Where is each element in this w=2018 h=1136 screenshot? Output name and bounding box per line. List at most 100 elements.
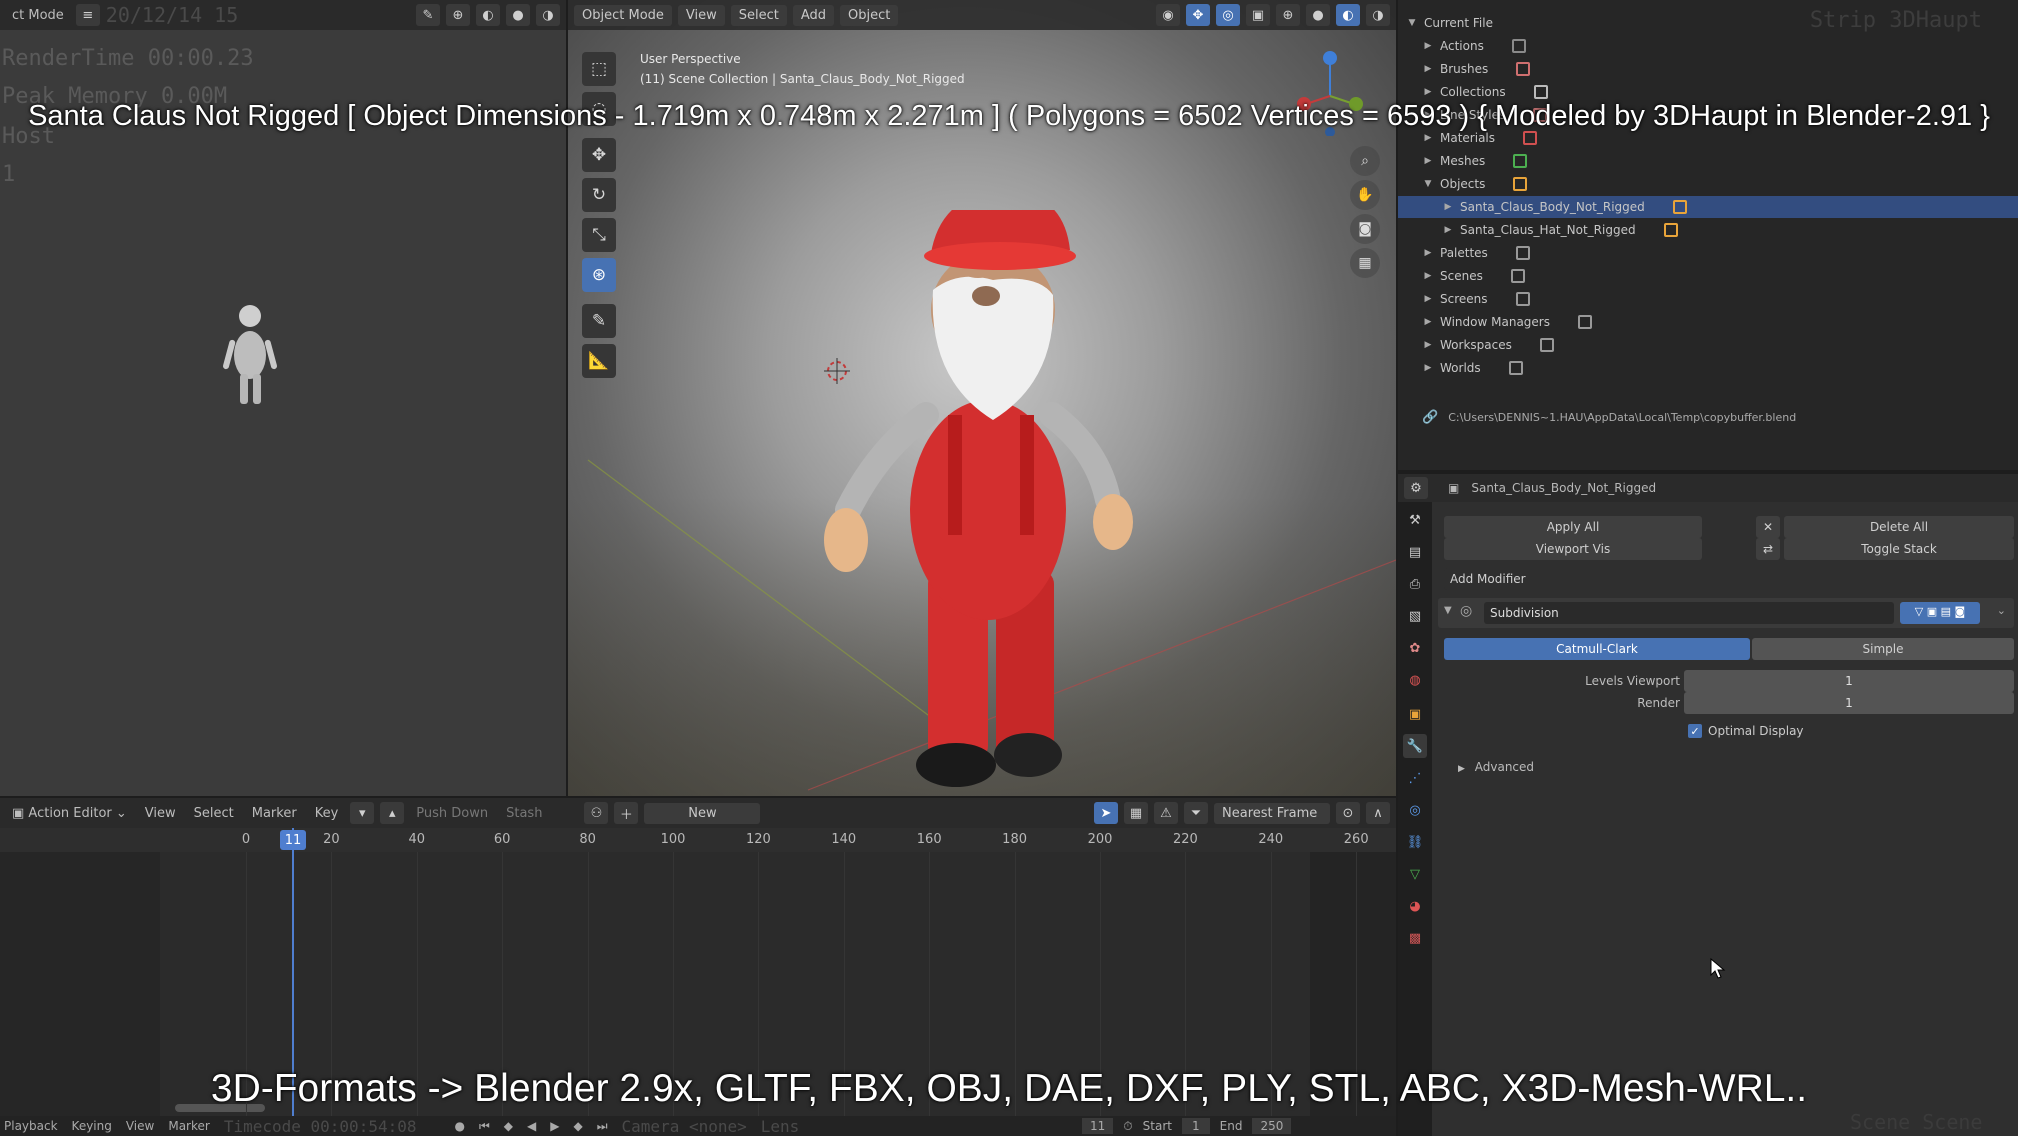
expand-right-icon[interactable]: ▶ [1422, 248, 1434, 258]
transform-tool[interactable]: ⊛ [582, 258, 616, 292]
outliner-item-screens[interactable]: ▶ Screens [1398, 288, 2018, 310]
constraints-tab-icon[interactable]: ⛓ [1403, 830, 1427, 854]
expand-right-icon[interactable]: ▶ [1422, 41, 1434, 51]
expand-right-icon[interactable]: ▶ [1422, 363, 1434, 373]
outliner-item-objects[interactable]: ▼ Objects [1398, 173, 2018, 195]
material-tab-icon[interactable]: ◕ [1403, 894, 1427, 918]
output-tab-icon[interactable]: ⎙ [1403, 572, 1427, 596]
toggle-stack-button[interactable]: Toggle Stack [1784, 538, 2014, 560]
expand-right-icon[interactable]: ▶ [1458, 764, 1465, 774]
view-layer-tab-icon[interactable]: ▧ [1403, 604, 1427, 628]
santa-model[interactable] [808, 210, 1168, 796]
outliner-item-meshes[interactable]: ▶ Meshes [1398, 150, 2018, 172]
render-levels-field[interactable]: 1 [1684, 692, 2014, 714]
modifier-tab-icon[interactable]: 🔧 [1403, 734, 1427, 758]
measure-tool[interactable]: 📐 [582, 344, 616, 378]
modifier-name-field[interactable]: Subdivision [1484, 602, 1894, 624]
move-tool[interactable]: ✥ [582, 138, 616, 172]
scene-tab-icon[interactable]: ✿ [1403, 636, 1427, 660]
outliner-item-worlds[interactable]: ▶ Worlds [1398, 357, 2018, 379]
frame-ruler[interactable]: 0 20 40 60 80 100 120 140 160 180 200 220 240 260 [0, 828, 1396, 852]
outliner-item-palettes[interactable]: ▶ Palettes [1398, 242, 2018, 264]
current-frame-badge[interactable]: 11 [279, 830, 306, 850]
outliner-root[interactable]: ▼ Current File [1398, 12, 2018, 34]
action-browse-icon[interactable]: ⚇ [584, 802, 609, 824]
gizmo-icon[interactable]: ✥ [1186, 4, 1210, 26]
zoom-icon[interactable]: ⌕ [1350, 146, 1380, 176]
overlay-icon[interactable]: ◐ [476, 4, 500, 26]
optimal-display-row[interactable]: ✓ Optimal Display [1688, 724, 1804, 738]
timeline-marker-menu[interactable]: Marker [168, 1119, 209, 1133]
outliner-item-workspaces[interactable]: ▶ Workspaces [1398, 334, 2018, 356]
solid-icon[interactable]: ● [1306, 4, 1330, 26]
expand-right-icon[interactable]: ▶ [1422, 317, 1434, 327]
new-action-button[interactable]: New [644, 802, 761, 824]
proportional-icon[interactable]: ⊙ [1336, 802, 1360, 824]
clock-icon[interactable]: ⏱ [1123, 1119, 1132, 1134]
outliner-object-body[interactable]: ▶ Santa_Claus_Body_Not_Rigged [1398, 196, 2018, 218]
ae-marker-menu[interactable]: Marker [246, 803, 303, 824]
world-tab-icon[interactable]: ◍ [1403, 668, 1427, 692]
material-preview-icon[interactable]: ◐ [1336, 4, 1360, 26]
outliner-item-actions[interactable]: ▶ Actions [1398, 35, 2018, 57]
falloff-icon[interactable]: ∧ [1366, 802, 1390, 824]
start-frame-field[interactable]: 1 [1181, 1118, 1210, 1134]
modifier-visibility-icons[interactable]: ▽ ▣ ▤ ◙ [1900, 602, 1980, 624]
outliner-item-scenes[interactable]: ▶ Scenes [1398, 265, 2018, 287]
jump-start-icon[interactable]: ⏮ [479, 1119, 490, 1134]
ae-key-menu[interactable]: Key [309, 803, 345, 824]
shading-icon[interactable]: ◑ [536, 4, 560, 26]
particles-tab-icon[interactable]: ⋰ [1403, 766, 1427, 790]
menu-icon[interactable]: ≡ [75, 4, 100, 26]
ortho-icon[interactable]: ▦ [1350, 248, 1380, 278]
timeline-view-menu[interactable]: View [126, 1119, 154, 1133]
snapping-select[interactable]: Nearest Frame [1214, 802, 1330, 824]
play-icon[interactable]: ▶ [550, 1119, 559, 1133]
add-modifier-button[interactable]: Add Modifier [1444, 568, 2014, 590]
outliner-item-brushes[interactable]: ▶ Brushes [1398, 58, 2018, 80]
apply-all-button[interactable]: Apply All [1444, 516, 1702, 538]
viewport-vis-button[interactable]: Viewport Vis [1444, 538, 1702, 560]
optimal-display-checkbox[interactable]: ✓ [1688, 724, 1702, 738]
prev-key-icon[interactable]: ◆ [504, 1119, 513, 1133]
play-reverse-icon[interactable]: ◀ [527, 1119, 536, 1133]
xray-icon[interactable]: ▣ [1246, 4, 1270, 26]
arrow-down-icon[interactable]: ▾ [350, 802, 375, 824]
collapse-icon[interactable]: ▼ [1444, 605, 1452, 616]
object-tab-icon[interactable]: ▣ [1403, 702, 1427, 726]
expand-right-icon[interactable]: ▶ [1422, 64, 1434, 74]
ae-select-menu[interactable]: Select [188, 803, 240, 824]
select-box-tool[interactable]: ⬚ [582, 52, 616, 86]
rotate-tool[interactable]: ↻ [582, 178, 616, 212]
object-mode-select[interactable]: Object Mode [574, 4, 672, 26]
view-menu[interactable]: View [677, 4, 725, 26]
expand-right-icon[interactable]: ▶ [1422, 271, 1434, 281]
sphere-icon[interactable]: ● [506, 4, 530, 26]
outliner-item-window-managers[interactable]: ▶ Window Managers [1398, 311, 2018, 333]
annotate-tool[interactable]: ✎ [582, 304, 616, 338]
expand-down-icon[interactable]: ▼ [1406, 18, 1418, 28]
pin-icon[interactable]: ✎ [416, 4, 440, 26]
keying-menu[interactable]: Keying [72, 1119, 112, 1133]
grid-icon[interactable]: ⊕ [446, 4, 470, 26]
hidden-icon[interactable]: ▦ [1124, 802, 1148, 824]
levels-viewport-field[interactable]: 1 [1684, 670, 2014, 692]
pan-icon[interactable]: ✋ [1350, 180, 1380, 210]
end-frame-field[interactable]: 250 [1252, 1118, 1292, 1134]
modifier-dropdown-icon[interactable]: ⌄ [1997, 604, 2006, 617]
editor-type-icon[interactable]: ⚙ [1404, 477, 1428, 499]
ae-view-menu[interactable]: View [139, 803, 182, 824]
errors-icon[interactable]: ⚠ [1154, 802, 1178, 824]
visibility-icon[interactable]: ◉ [1156, 4, 1180, 26]
playback-menu[interactable]: Playback [4, 1119, 58, 1133]
physics-tab-icon[interactable]: ◎ [1403, 798, 1427, 822]
expand-right-icon[interactable]: ▶ [1442, 225, 1454, 235]
wireframe-icon[interactable]: ⊕ [1276, 4, 1300, 26]
texture-tab-icon[interactable]: ▩ [1403, 926, 1427, 950]
expand-right-icon[interactable]: ▶ [1442, 202, 1454, 212]
render-tab-icon[interactable]: ▤ [1403, 540, 1427, 564]
expand-right-icon[interactable]: ▶ [1422, 156, 1434, 166]
add-menu[interactable]: Add [792, 4, 835, 26]
expand-right-icon[interactable]: ▶ [1422, 340, 1434, 350]
camera-icon[interactable]: ◙ [1350, 214, 1380, 244]
